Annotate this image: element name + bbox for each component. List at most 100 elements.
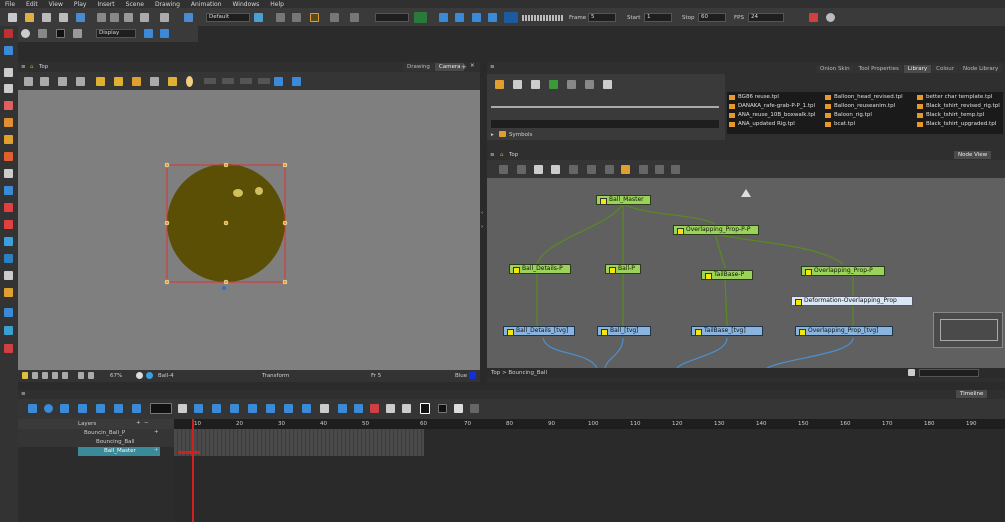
eraser-tool-icon[interactable]	[4, 135, 13, 144]
color-swatch[interactable]	[469, 372, 476, 379]
collapse-left-icon[interactable]: ‹	[481, 210, 483, 216]
add-layer-icon[interactable]	[28, 404, 37, 413]
motion-path-icon[interactable]	[248, 404, 257, 413]
search-icon[interactable]	[908, 369, 915, 376]
pin-tool-icon[interactable]	[4, 46, 13, 55]
grid-layout-icon[interactable]	[386, 404, 395, 413]
library-item[interactable]: DANAKA_rafe-grab-P-P_1.tpl	[729, 103, 815, 109]
group-icon[interactable]	[517, 165, 526, 174]
node-ball-p[interactable]: Ball-P	[605, 264, 641, 274]
exposed-cells[interactable]	[174, 429, 424, 456]
expand-icon[interactable]: ▸	[491, 132, 494, 138]
library-node-icon[interactable]	[621, 165, 630, 174]
menu-drawing[interactable]: Drawing	[150, 1, 186, 8]
text-tool-icon[interactable]	[4, 169, 13, 178]
library-item[interactable]: bcat.tpl	[825, 121, 855, 127]
library-item[interactable]: ANA_reuse_10B_boxwalk.tpl	[729, 112, 815, 118]
rotate-layer-icon[interactable]	[132, 404, 141, 413]
onion-skin-icon[interactable]	[414, 12, 427, 23]
snap-icon[interactable]	[276, 13, 285, 22]
timeline-menu-icon[interactable]: ≡	[21, 391, 26, 397]
volume-slider[interactable]	[522, 15, 564, 21]
menu-help[interactable]: Help	[265, 1, 290, 8]
keyframe-strip[interactable]	[178, 451, 200, 454]
mask-icon[interactable]	[204, 78, 216, 84]
tab-drawing[interactable]: Drawing	[403, 63, 434, 71]
redo-icon[interactable]	[110, 13, 119, 22]
list-icon[interactable]	[585, 80, 594, 89]
node-ball-details-p[interactable]: Ball_Details-P	[509, 264, 571, 274]
remove-layer-button[interactable]: −	[144, 420, 149, 426]
tab-node-view[interactable]: Node View	[954, 151, 992, 159]
reset-icon[interactable]	[78, 372, 84, 379]
wave-icon[interactable]	[370, 404, 379, 413]
node-tailbase-p[interactable]: TailBase-P	[701, 270, 753, 280]
line-icon[interactable]	[150, 77, 159, 86]
save-icon[interactable]	[42, 13, 51, 22]
panel-menu-icon[interactable]: ≡	[21, 64, 26, 70]
mark-in-icon[interactable]	[420, 403, 430, 414]
ink-tool-icon[interactable]	[4, 237, 13, 246]
folder-icon[interactable]	[495, 80, 504, 89]
add-view-icon[interactable]: +	[461, 63, 467, 71]
tab-node-library[interactable]: Node Library	[958, 65, 1003, 73]
layer-row[interactable]: Bouncing_Ball	[18, 438, 174, 447]
stop-motion-icon[interactable]	[96, 404, 105, 413]
library-item[interactable]: ANA_updated Rig.tpl	[729, 121, 795, 127]
light-icon[interactable]	[22, 372, 28, 379]
library-item[interactable]: BG86 reuse.tpl	[729, 94, 779, 100]
layout-icon[interactable]	[184, 13, 193, 22]
write-node-icon[interactable]	[605, 165, 614, 174]
show-strokes-icon[interactable]	[58, 77, 67, 86]
outline-icon[interactable]	[76, 77, 85, 86]
swap-icon[interactable]	[603, 80, 612, 89]
menu-scene[interactable]: Scene	[121, 1, 150, 8]
paint-tool-icon[interactable]	[4, 203, 13, 212]
node-ball-tvg[interactable]: Ball_[tvg]	[597, 326, 651, 336]
menu-windows[interactable]: Windows	[228, 1, 266, 8]
add-child-button[interactable]: +	[154, 429, 159, 435]
shift-icon[interactable]	[222, 78, 234, 84]
kf-constant-icon[interactable]	[284, 404, 293, 413]
layer-row[interactable]: Bouncin_Ball_P +	[18, 429, 174, 438]
mark-out-icon[interactable]	[438, 404, 447, 413]
library-item[interactable]: Black_tshirt_upgraded.tpl	[917, 121, 996, 127]
add-library-icon[interactable]	[549, 80, 558, 89]
keyframe-mode-icon[interactable]	[78, 404, 87, 413]
start-field[interactable]: 1	[644, 13, 672, 22]
edit-icon[interactable]	[655, 165, 664, 174]
camera-mask-icon[interactable]	[310, 13, 319, 22]
line-style-icon[interactable]	[150, 403, 172, 414]
navigator-viewport[interactable]	[940, 319, 998, 341]
display-select[interactable]: Display	[96, 29, 136, 38]
render-icon[interactable]	[21, 29, 30, 38]
menu-file[interactable]: File	[0, 1, 21, 8]
gear-icon[interactable]	[826, 13, 835, 22]
tab-library[interactable]: Library	[903, 65, 932, 73]
bone-icon[interactable]	[168, 77, 177, 86]
zoom-tool-icon[interactable]	[4, 326, 13, 335]
library-item[interactable]: Baloon_rig.tpl	[825, 112, 872, 118]
frame-grid[interactable]	[174, 429, 1005, 522]
peg-node-icon[interactable]	[569, 165, 578, 174]
spline-tool-icon[interactable]	[4, 344, 13, 353]
flip-horizontal-icon[interactable]	[274, 77, 283, 86]
tab-onion-skin[interactable]: Onion Skin	[816, 65, 854, 73]
library-slider[interactable]	[491, 106, 719, 108]
kf-add-icon[interactable]	[320, 404, 329, 413]
camera-canvas[interactable]	[18, 90, 480, 370]
library-item[interactable]: Black_tshirt_temp.tpl	[917, 112, 984, 118]
ripple-icon[interactable]	[354, 404, 363, 413]
fps-field[interactable]: 24	[748, 13, 784, 22]
peg-icon[interactable]	[186, 76, 193, 87]
menu-insert[interactable]: Insert	[92, 1, 120, 8]
abc-timeline-icon[interactable]	[470, 404, 479, 413]
contour-editor-icon[interactable]	[4, 84, 13, 93]
node-view-menu-icon[interactable]: ≡	[490, 152, 495, 158]
pin-icon[interactable]	[809, 13, 818, 22]
light-table-icon[interactable]	[40, 77, 49, 86]
rigging-tool-icon[interactable]	[4, 288, 13, 297]
open-scene-icon[interactable]	[25, 13, 34, 22]
properties-icon[interactable]	[567, 80, 576, 89]
transform-tool-icon[interactable]	[4, 308, 13, 317]
